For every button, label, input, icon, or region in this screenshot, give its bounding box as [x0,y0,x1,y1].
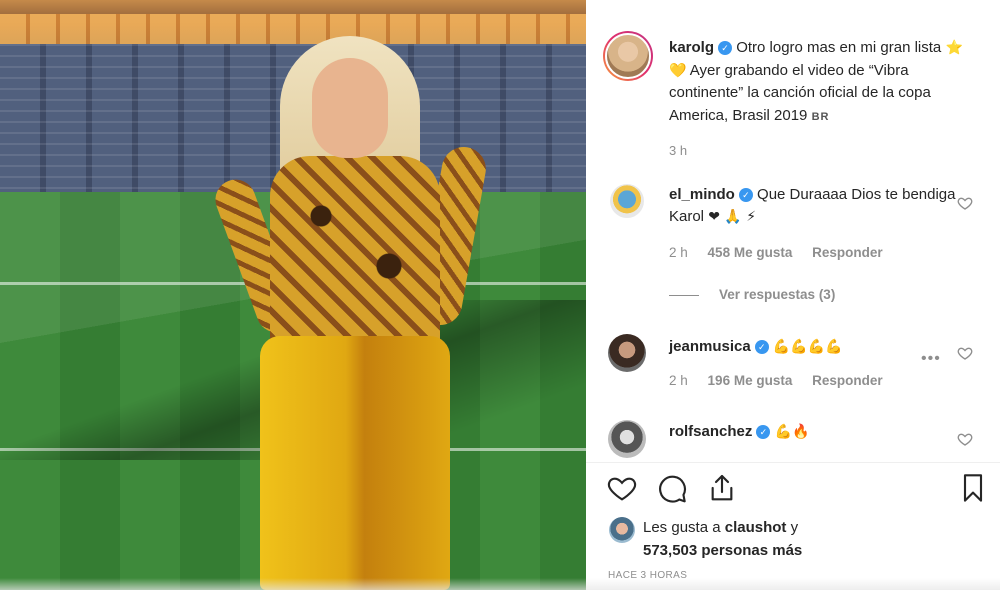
commenter-avatar[interactable] [610,184,644,218]
actions-divider [586,462,1000,463]
comment: jeanmusica ✓ 💪💪💪💪 [669,336,959,358]
view-replies-label: Ver respuestas (3) [719,287,836,302]
post-photo[interactable] [0,0,586,590]
comment-emoji: 💪💪💪💪 [772,339,843,355]
replies-dash [669,294,699,296]
share-icon[interactable] [706,472,738,504]
comment: rolfsanchez ✓ 💪🔥 [669,421,959,443]
commenter-avatar[interactable] [608,420,646,458]
patterned-top [270,156,440,356]
brazil-flag-icon: BR [811,110,830,123]
comment-meta: 2 h 458 Me gusta Responder [669,245,899,260]
comment-emoji: ❤ 🙏 ⚡ [708,209,757,225]
comment-emoji: 💪🔥 [774,424,810,440]
author-username[interactable]: karolg [669,39,714,56]
verified-badge-icon: ✓ [756,425,771,439]
more-options-icon[interactable]: ••• [921,350,941,368]
comment-time[interactable]: 2 h [669,245,688,260]
reply-button[interactable]: Responder [812,373,883,388]
comment: el_mindo ✓ Que Duraaaa Dios te bendiga Ka… [669,184,959,228]
verified-badge-icon: ✓ [718,41,733,55]
heart-icon[interactable] [606,472,638,504]
comment-meta: 2 h 196 Me gusta Responder [669,373,899,388]
comment-username[interactable]: jeanmusica [669,338,751,355]
comment-username[interactable]: rolfsanchez [669,423,752,440]
reply-button[interactable]: Responder [812,245,883,260]
liker-avatar[interactable] [609,517,635,543]
view-replies-button[interactable]: Ver respuestas (3) [669,287,835,302]
verified-badge-icon: ✓ [738,188,753,202]
comment-likes[interactable]: 196 Me gusta [708,373,793,388]
comment-icon[interactable] [656,472,688,504]
bottom-edge [0,578,1000,590]
caption-time[interactable]: 3 h [669,143,687,158]
comment-like-heart-icon[interactable] [957,345,973,361]
comment-likes[interactable]: 458 Me gusta [708,245,793,260]
post-caption: karolg ✓ Otro logro mas en mi gran lista … [669,37,975,128]
likes-prefix: Les gusta a [643,519,721,536]
caption-rest: Ayer grabando el video de “Vibra contine… [669,61,931,124]
author-avatar[interactable] [603,31,653,81]
likes-summary: Les gusta a claushot y 573,503 personas … [643,516,802,562]
commenter-avatar[interactable] [608,334,646,372]
comment-like-heart-icon[interactable] [957,431,973,447]
face [312,58,388,158]
comment-username[interactable]: el_mindo [669,186,735,203]
yellow-pants [260,336,450,590]
person-figure [209,36,490,590]
likes-count[interactable]: 573,503 personas más [643,542,802,559]
comment-time[interactable]: 2 h [669,373,688,388]
liker-username[interactable]: claushot [725,519,787,536]
bookmark-icon[interactable] [957,472,989,504]
caption-text: Otro logro mas en mi gran lista [736,39,942,56]
comment-like-heart-icon[interactable] [957,195,973,211]
verified-badge-icon: ✓ [754,340,769,354]
likes-and: y [790,519,799,536]
